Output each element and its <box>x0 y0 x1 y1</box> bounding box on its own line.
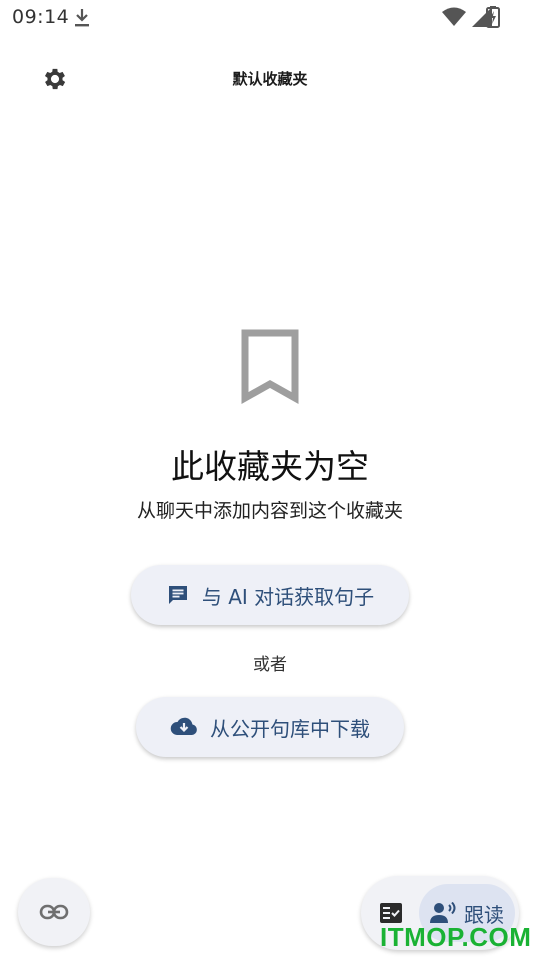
link-icon <box>39 904 69 920</box>
or-divider-text: 或者 <box>253 655 287 675</box>
app-bar: 默认收藏夹 <box>0 54 540 104</box>
checklist-icon <box>380 903 402 923</box>
download-from-library-label: 从公开句库中下载 <box>210 716 370 741</box>
chat-with-ai-button[interactable]: 与 AI 对话获取句子 <box>131 565 409 625</box>
bookmark-icon <box>241 329 299 404</box>
download-status-icon <box>75 9 89 27</box>
chat-with-ai-label: 与 AI 对话获取句子 <box>201 584 375 609</box>
chat-icon <box>168 586 187 604</box>
status-time: 09:14 <box>12 6 70 28</box>
page-title: 默认收藏夹 <box>232 70 308 88</box>
empty-state-title: 此收藏夹为空 <box>171 447 369 486</box>
watermark: ITMOP.COM <box>380 922 532 952</box>
battery-icon <box>486 6 500 28</box>
system-icons <box>442 7 492 27</box>
download-from-library-button[interactable]: 从公开句库中下载 <box>136 697 404 757</box>
cloud-download-icon <box>170 717 197 735</box>
voice-person-icon <box>430 902 456 923</box>
empty-state-subtitle: 从聊天中添加内容到这个收藏夹 <box>136 500 403 522</box>
wifi-icon <box>442 7 466 26</box>
link-button[interactable] <box>18 878 90 946</box>
status-bar: 09:14 <box>0 0 540 36</box>
